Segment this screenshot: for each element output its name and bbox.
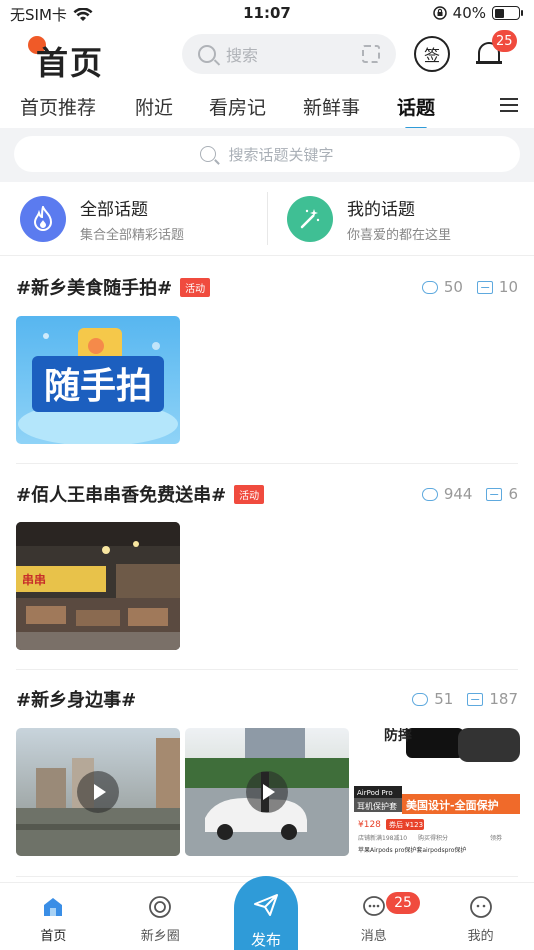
sign-in-button[interactable]: 签 bbox=[414, 36, 450, 72]
topic-title: #新乡美食随手拍# bbox=[16, 278, 173, 299]
activity-tag: 活动 bbox=[234, 484, 265, 504]
topic-stats: 50 10 bbox=[421, 278, 518, 296]
topic-categories: 全部话题 集合全部精彩话题 我的话题 你喜爱的都在这里 bbox=[0, 182, 534, 256]
topic-stats: 51 187 bbox=[412, 690, 518, 708]
ad-product-text: 耳机保护套 bbox=[357, 801, 397, 811]
home-icon bbox=[44, 898, 63, 916]
nav-home[interactable]: 首页 bbox=[0, 883, 107, 950]
scan-icon[interactable] bbox=[362, 45, 380, 63]
divider bbox=[16, 463, 518, 464]
my-topics-subtitle: 你喜爱的都在这里 bbox=[347, 227, 452, 243]
ad-slogan-text: 美国设计-全面保护 bbox=[406, 798, 499, 812]
play-icon[interactable] bbox=[246, 771, 288, 813]
search-icon bbox=[198, 45, 216, 63]
status-bar: 无SIM卡 11:07 40% bbox=[0, 0, 534, 28]
play-icon[interactable] bbox=[77, 771, 119, 813]
all-topics-title: 全部话题 bbox=[80, 199, 148, 220]
comment-icon bbox=[421, 487, 438, 501]
product-thumbnail[interactable]: 防摔 AirPod Pro 耳机保护套 美国设计-全面保护 ¥128 券后 ¥1… bbox=[354, 728, 520, 856]
message-icon bbox=[362, 896, 385, 916]
tab-topics[interactable]: 话题 bbox=[397, 93, 435, 120]
battery-percent: 40% bbox=[452, 4, 486, 22]
tab-recommend[interactable]: 首页推荐 bbox=[20, 93, 96, 120]
ad-points-text: 购买得积分 bbox=[418, 834, 448, 842]
nav-circle[interactable]: 新乡圈 bbox=[107, 883, 214, 950]
publish-button[interactable]: 发布 bbox=[234, 876, 298, 950]
comment-count: 50 bbox=[443, 278, 463, 296]
nav-profile[interactable]: 我的 bbox=[427, 883, 534, 950]
nav-profile-label: 我的 bbox=[467, 929, 494, 944]
activity-tag: 活动 bbox=[180, 277, 211, 297]
topic-search-input[interactable]: 搜索话题关键字 bbox=[14, 136, 520, 172]
nav-circle-label: 新乡圈 bbox=[140, 929, 180, 944]
ad-brand-text: AirPod Pro bbox=[357, 789, 393, 797]
topic-thumbnail[interactable]: 串串 bbox=[16, 522, 180, 650]
thumbnail-text: 随手拍 bbox=[44, 366, 152, 407]
image-count: 187 bbox=[489, 690, 518, 708]
send-icon bbox=[254, 894, 278, 916]
topic-title: #佰人王串串香免费送串# bbox=[16, 485, 227, 506]
search-placeholder: 搜索 bbox=[226, 46, 259, 65]
all-topics-entry[interactable]: 全部话题 集合全部精彩话题 bbox=[0, 182, 267, 255]
publish-label: 发布 bbox=[250, 931, 281, 949]
video-thumbnail[interactable] bbox=[16, 728, 180, 856]
ad-price-text: ¥128 bbox=[358, 820, 381, 830]
ad-footer-text: 苹果Airpods pro保护套airpodspro保护 bbox=[358, 846, 466, 854]
topic-card[interactable]: #佰人王串串香免费送串# 活动 944 6 串串 bbox=[0, 479, 534, 669]
all-topics-subtitle: 集合全部精彩话题 bbox=[80, 227, 185, 243]
magic-wand-icon bbox=[287, 195, 333, 242]
circle-icon bbox=[149, 896, 172, 918]
ad-promo-text: 店铺新满198减10 bbox=[358, 834, 407, 842]
notification-badge: 25 bbox=[492, 30, 517, 52]
image-count: 6 bbox=[508, 485, 518, 503]
comment-icon bbox=[421, 280, 438, 294]
ad-coupon-link: 领券 bbox=[490, 834, 502, 842]
profile-icon bbox=[469, 896, 492, 918]
comment-icon bbox=[412, 692, 429, 706]
my-topics-entry[interactable]: 我的话题 你喜爱的都在这里 bbox=[267, 182, 534, 255]
tab-nearby[interactable]: 附近 bbox=[135, 93, 173, 120]
image-count: 10 bbox=[498, 278, 518, 296]
topic-search-bar: 搜索话题关键字 bbox=[0, 128, 534, 182]
message-badge: 25 bbox=[386, 892, 420, 914]
search-icon bbox=[200, 146, 217, 162]
topic-search-placeholder: 搜索话题关键字 bbox=[228, 145, 334, 164]
app-header: 首页 搜索 签 bbox=[0, 28, 534, 84]
comment-count: 944 bbox=[443, 485, 473, 503]
image-icon bbox=[486, 487, 503, 501]
image-icon bbox=[476, 280, 493, 294]
ad-coupon-text: 券后 ¥123 bbox=[389, 820, 423, 829]
image-icon bbox=[467, 692, 484, 706]
tab-house-notes[interactable]: 看房记 bbox=[209, 93, 266, 120]
topic-stats: 944 6 bbox=[421, 485, 518, 503]
topic-title: #新乡身边事# bbox=[16, 690, 137, 711]
nav-messages-label: 消息 bbox=[360, 929, 387, 944]
ad-head-text: 防摔 bbox=[384, 728, 412, 744]
topic-thumbnail[interactable]: 随手拍 bbox=[16, 316, 180, 444]
comment-count: 51 bbox=[434, 690, 454, 708]
topic-card[interactable]: #新乡美食随手拍# 活动 50 10 随手拍 bbox=[0, 272, 534, 462]
video-thumbnail[interactable] bbox=[185, 728, 349, 856]
battery-icon bbox=[492, 6, 523, 20]
menu-icon[interactable] bbox=[500, 98, 518, 112]
topic-card[interactable]: #新乡身边事# 51 187 防摔 AirPod Pro 耳机保护套 美国设计-… bbox=[0, 684, 534, 874]
search-input[interactable]: 搜索 bbox=[182, 34, 396, 74]
nav-home-label: 首页 bbox=[40, 929, 67, 944]
thumbnail-text: 串串 bbox=[22, 572, 46, 587]
my-topics-title: 我的话题 bbox=[347, 199, 415, 220]
page-title: 首页 bbox=[36, 44, 105, 82]
rotation-lock-icon bbox=[432, 6, 447, 20]
divider bbox=[16, 669, 518, 670]
status-right: 40% bbox=[432, 4, 523, 22]
tab-news[interactable]: 新鲜事 bbox=[303, 93, 360, 120]
flame-icon bbox=[20, 195, 66, 242]
category-tabs: 首页推荐 附近 看房记 新鲜事 话题 bbox=[0, 84, 534, 128]
